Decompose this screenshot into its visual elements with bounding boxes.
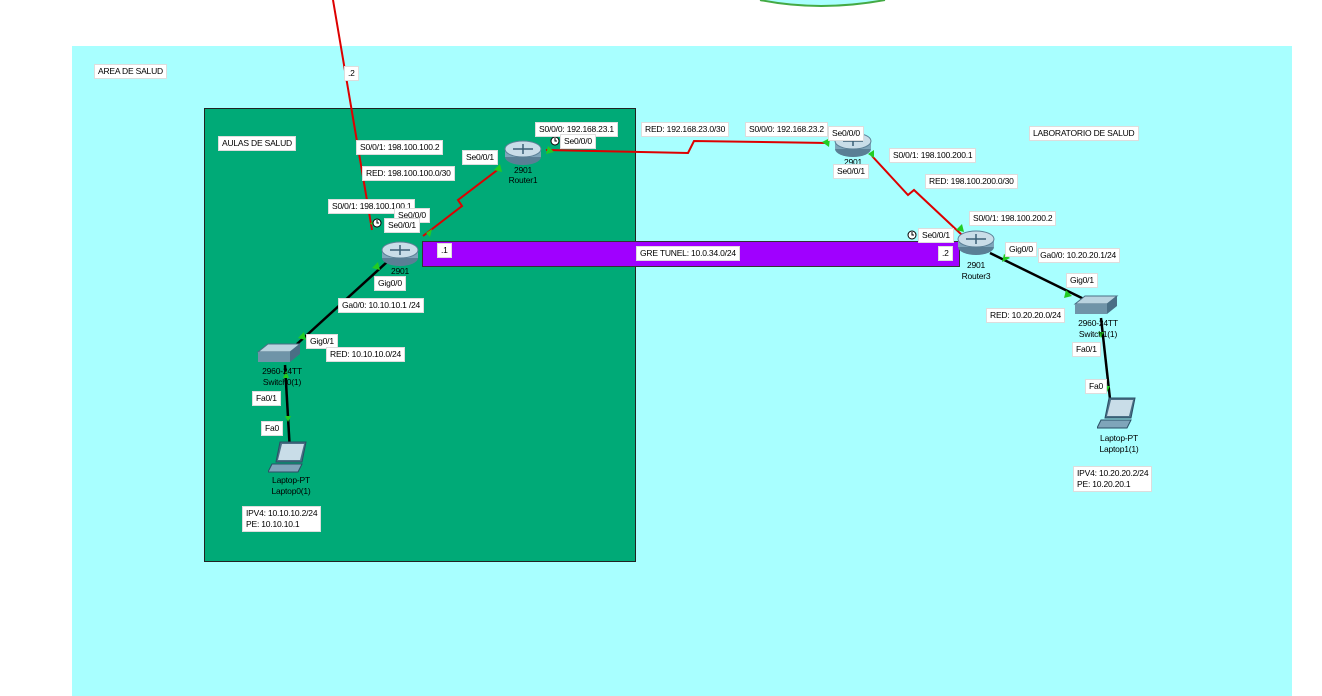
laptop1-name: Laptop1(1) [1099, 444, 1139, 454]
switch1-model: 2960-24TT [1078, 318, 1118, 328]
router3-model: 2901 [966, 260, 986, 270]
laptop0-model: Laptop-PT [272, 475, 310, 485]
router-left-icon[interactable] [380, 240, 420, 268]
sw1-fa-label: Fa0/1 [1072, 342, 1101, 357]
r1-se001-label: Se0/0/1 [462, 150, 498, 165]
network-links [283, 0, 1113, 453]
laptop1-icon[interactable] [1097, 396, 1143, 430]
r1-s001-label: S0/0/1: 198.100.100.2 [356, 140, 444, 155]
red-192-168-23-label: RED: 192.168.23.0/30 [641, 122, 730, 137]
rl-gig-label: Gig0/0 [374, 276, 406, 291]
switch1-name: Switch1(1) [1078, 329, 1118, 339]
rc-s000-label: S0/0/0: 192.168.23.2 [745, 122, 828, 137]
serial-link-rc-r3 [871, 155, 963, 236]
rc-se000-label: Se0/0/0 [828, 126, 864, 141]
laptop1-ip-label: IPV4: 10.20.20.2/24 PE: 10.20.20.1 [1073, 466, 1153, 492]
area-aulas-label: AULAS DE SALUD [218, 136, 296, 151]
rc-s001-label: S0/0/1: 198.100.200.1 [889, 148, 977, 163]
laptop0-ip-label: IPV4: 10.10.10.2/24 PE: 10.10.10.1 [242, 506, 322, 532]
router1-icon[interactable] [503, 139, 543, 167]
switch0-icon[interactable] [256, 342, 302, 364]
clock-icon [372, 218, 382, 228]
laptop0-name: Laptop0(1) [271, 486, 311, 496]
rc-se001-label: Se0/0/1 [833, 164, 869, 179]
clock-icon [550, 136, 560, 146]
area-salud-label: AREA DE SALUD [94, 64, 167, 79]
r1-se000-label: Se0/0/0 [560, 134, 596, 149]
r3-s001-label: S0/0/1: 198.100.200.2 [969, 211, 1057, 226]
laptop1-model: Laptop-PT [1100, 433, 1138, 443]
lap1-fa-label: Fa0 [1085, 379, 1108, 394]
router1-name: Router1 [508, 175, 538, 185]
router3-icon[interactable] [956, 229, 996, 257]
area-laboratorio-label: LABORATORIO DE SALUD [1029, 126, 1139, 141]
tunnel-right-ip: .2 [938, 246, 953, 261]
tunnel-network-label: GRE TUNEL: 10.0.34.0/24 [636, 246, 740, 261]
switch1-icon[interactable] [1073, 294, 1119, 316]
top-link-label: .2 [344, 66, 359, 81]
clock-icon [907, 230, 917, 240]
rl-se001-label: Se0/0/1 [384, 218, 420, 233]
r3-se001-label: Se0/0/1 [918, 228, 954, 243]
tunnel-left-ip: .1 [437, 243, 452, 258]
r3-ga-label: Ga0/0: 10.20.20.1/24 [1038, 248, 1120, 263]
switch0-model: 2960-24TT [262, 366, 302, 376]
red-10-20-20-label: RED: 10.20.20.0/24 [986, 308, 1066, 323]
serial-link-top [332, 0, 373, 231]
router-left-model: 2901 [390, 266, 410, 276]
r3-gig-label: Gig0/0 [1005, 242, 1037, 257]
router1-model: 2901 [513, 165, 533, 175]
red-198-100-100-label: RED: 198.100.100.0/30 [362, 166, 455, 181]
red-198-100-200-label: RED: 198.100.200.0/30 [925, 174, 1018, 189]
sw0-fa-label: Fa0/1 [252, 391, 281, 406]
router3-name: Router3 [961, 271, 991, 281]
red-10-10-10-label: RED: 10.10.10.0/24 [326, 347, 406, 362]
sw1-gig-label: Gig0/1 [1066, 273, 1098, 288]
lap0-fa-label: Fa0 [261, 421, 284, 436]
switch0-name: Switch0(1) [262, 377, 302, 387]
rl-ga-label: Ga0/0: 10.10.10.1 /24 [338, 298, 425, 313]
laptop0-icon[interactable] [268, 440, 314, 474]
